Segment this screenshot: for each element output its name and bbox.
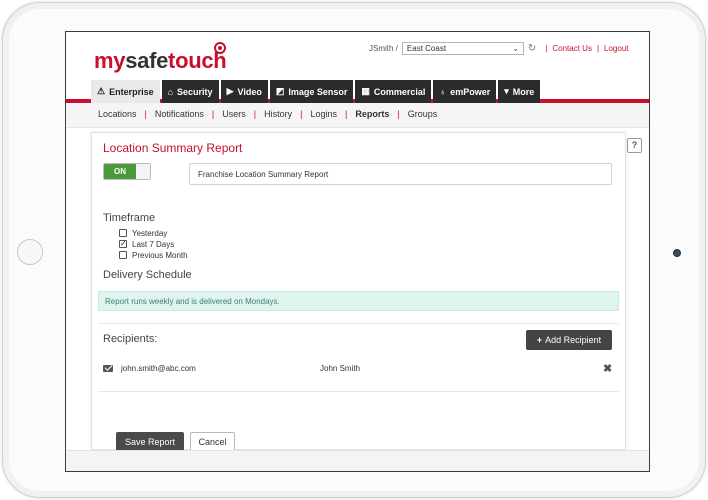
logout-link[interactable]: Logout [604, 44, 628, 53]
subnav-groups[interactable]: Groups [408, 109, 438, 119]
recipient-email: john.smith@abc.com [121, 364, 196, 373]
tab-enterprise[interactable]: ⚠ Enterprise [91, 80, 160, 103]
subnav-logins[interactable]: Logins [310, 109, 337, 119]
signal-icon [214, 42, 226, 54]
timeframe-yesterday[interactable]: Yesterday [119, 228, 167, 238]
subnav-history[interactable]: History [264, 109, 292, 119]
tab-image-sensor[interactable]: ◩ Image Sensor [269, 80, 354, 103]
refresh-icon[interactable]: ↻ [528, 43, 536, 54]
timeframe-last-7-days[interactable]: ✓ Last 7 Days [119, 239, 174, 249]
cancel-button[interactable]: Cancel [190, 432, 235, 452]
location-value: East Coast [406, 43, 447, 53]
mail-icon [103, 365, 113, 372]
save-report-button[interactable]: Save Report [116, 432, 184, 452]
tab-label: Video [237, 86, 262, 97]
separator: | [253, 109, 257, 119]
divider [98, 323, 619, 324]
camera-icon: ◩ [275, 86, 285, 96]
checkmark-icon[interactable]: ✓ [119, 240, 127, 248]
subnav-users[interactable]: Users [222, 109, 246, 119]
divider [98, 391, 619, 392]
tab-security[interactable]: ⌂ Security [161, 80, 219, 103]
subnav-notifications[interactable]: Notifications [155, 109, 204, 119]
add-recipient-button[interactable]: + Add Recipient [526, 330, 612, 350]
tab-label: Security [177, 86, 213, 97]
recipients-title: Recipients: [103, 333, 158, 345]
user-name: JSmith / [369, 43, 398, 53]
report-title: Location Summary Report [103, 141, 243, 155]
separator: | [144, 109, 147, 119]
timeframe-title: Timeframe [103, 212, 156, 224]
separator: | [545, 43, 548, 53]
tab-label: Enterprise [109, 86, 154, 97]
separator: | [300, 109, 303, 119]
tab-label: Commercial [373, 86, 426, 97]
camera-dot [673, 249, 681, 257]
add-recipient-label: Add Recipient [545, 335, 602, 345]
toggle-knob [136, 164, 150, 179]
option-label: Previous Month [132, 250, 188, 260]
tab-empower[interactable]: ♁ emPower [433, 80, 497, 103]
caret-down-icon: ▾ [504, 86, 509, 96]
delivery-info: Report runs weekly and is delivered on M… [98, 291, 619, 311]
tablet-frame: mysafetouch JSmith / East Coast ⌄ ↻ | Co… [2, 2, 706, 498]
video-icon: ▶ [226, 86, 234, 96]
report-name-input[interactable]: Franchise Location Summary Report [189, 163, 612, 185]
plus-icon: + [536, 335, 543, 345]
tab-label: emPower [450, 86, 491, 97]
timeframe-previous-month[interactable]: Previous Month [119, 250, 188, 260]
logo-safe: safe [125, 48, 169, 73]
delivery-title: Delivery Schedule [103, 269, 192, 281]
subnav-reports[interactable]: Reports [355, 109, 389, 119]
home-button [17, 239, 43, 265]
sub-nav: Locations | Notifications | Users | Hist… [98, 109, 437, 119]
separator: | [211, 109, 215, 119]
toggle-on-label: ON [104, 164, 136, 179]
separator: | [397, 109, 400, 119]
logo[interactable]: mysafetouch [94, 48, 227, 74]
user-bar: JSmith / East Coast ⌄ ↻ | Contact Us | L… [369, 41, 629, 55]
option-label: Yesterday [132, 228, 168, 238]
tab-label: More [512, 86, 535, 97]
tab-more[interactable]: ▾ More [498, 80, 541, 103]
help-button[interactable]: ? [627, 138, 642, 153]
recipient-row: john.smith@abc.com John Smith ✖ [103, 362, 613, 376]
enterprise-icon: ⚠ [97, 86, 106, 96]
tab-video[interactable]: ▶ Video [220, 80, 268, 103]
separator: | [345, 109, 348, 119]
chevron-down-icon: ⌄ [512, 43, 519, 53]
home-icon: ⌂ [167, 86, 174, 97]
app-screen: mysafetouch JSmith / East Coast ⌄ ↻ | Co… [65, 31, 650, 472]
tab-commercial[interactable]: ▦ Commercial [355, 80, 432, 103]
separator: | [596, 43, 600, 53]
screen-footer [66, 450, 649, 471]
option-label: Last 7 Days [132, 239, 175, 249]
main-nav: ⚠ Enterprise ⌂ Security ▶ Video ◩ Image … [91, 80, 542, 103]
contact-us-link[interactable]: Contact Us [552, 44, 592, 53]
logo-my: my [94, 48, 126, 73]
building-icon: ▦ [361, 86, 370, 96]
bulb-icon: ♁ [439, 86, 447, 97]
close-icon[interactable]: ✖ [603, 362, 612, 375]
report-toggle[interactable]: ON [103, 163, 151, 180]
subnav-locations[interactable]: Locations [98, 109, 137, 119]
recipient-name: John Smith [320, 364, 361, 373]
report-card: Location Summary Report ON Franchise Loc… [91, 132, 626, 452]
tab-label: Image Sensor [288, 86, 348, 97]
location-select[interactable]: East Coast ⌄ [401, 41, 524, 55]
checkbox-unchecked[interactable] [119, 251, 127, 259]
checkbox-unchecked[interactable] [119, 229, 127, 237]
